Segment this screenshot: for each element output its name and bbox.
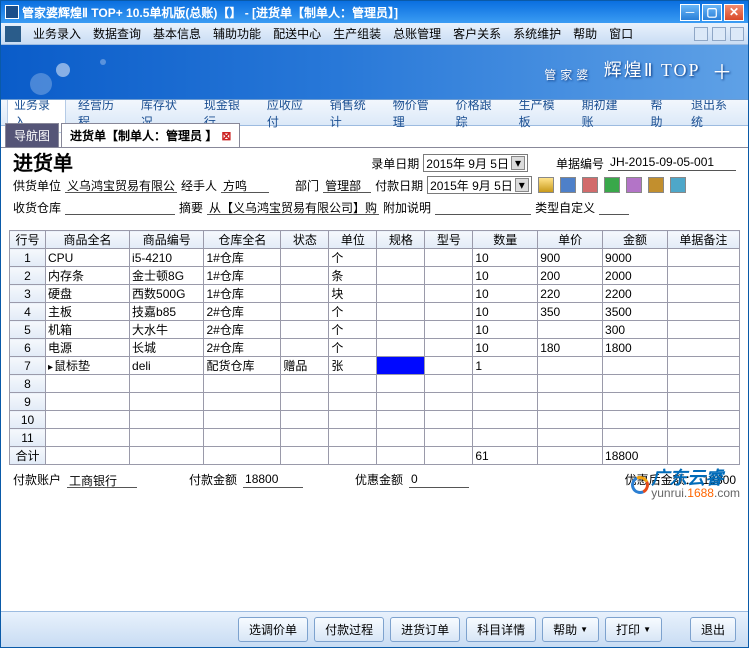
summary-field[interactable]: 从【义乌鸿宝贸易有限公司】购 xyxy=(207,199,379,215)
mdi-close-button[interactable] xyxy=(730,27,744,41)
menu-配送中心[interactable]: 配送中心 xyxy=(267,25,327,43)
brand-sub: 辉煌Ⅱ TOP xyxy=(604,60,701,80)
dept-field[interactable]: 管理部 xyxy=(323,177,371,193)
menu-客户关系[interactable]: 客户关系 xyxy=(447,25,507,43)
label-pay-date: 付款日期 xyxy=(375,177,423,194)
table-row[interactable]: 3硬盘西数500G1#仓库块102202200 xyxy=(10,285,740,303)
dropdown-icon[interactable]: ▾ xyxy=(515,178,529,192)
label-extra-note: 附加说明 xyxy=(383,199,431,216)
warehouse-field[interactable] xyxy=(65,199,175,215)
table-row[interactable]: 4主板技嘉b852#仓库个103503500 xyxy=(10,303,740,321)
mdi-restore-button[interactable] xyxy=(712,27,726,41)
form-title: 进货单 xyxy=(13,147,73,176)
table-row[interactable]: 9 xyxy=(10,393,740,411)
tab-purchase-order[interactable]: 进货单【制单人：管理员 】⊠ xyxy=(61,123,240,147)
table-row[interactable]: 8 xyxy=(10,375,740,393)
table-row[interactable]: 7鼠标垫deli配货仓库赠品张1 xyxy=(10,357,740,375)
table-row[interactable]: 10 xyxy=(10,411,740,429)
entry-date-picker[interactable]: 2015年 9月 5日▾ xyxy=(423,154,528,172)
label-doc-no: 单据编号 xyxy=(556,155,604,172)
menu-数据查询[interactable]: 数据查询 xyxy=(87,25,147,43)
pay-acct-field[interactable]: 工商银行 xyxy=(67,472,137,488)
label-dept: 部门 xyxy=(295,177,319,194)
col-商品编号[interactable]: 商品编号 xyxy=(130,231,204,249)
toolbar-icon-4[interactable] xyxy=(626,177,642,193)
supplier-field[interactable]: 义乌鸿宝贸易有限公 xyxy=(65,177,177,193)
label-after-discount: 优惠后金额： xyxy=(625,471,697,488)
menu-系统维护[interactable]: 系统维护 xyxy=(507,25,567,43)
action-bar: 选调价单付款过程进货订单科目详情帮助▼打印▼ 退出 xyxy=(1,611,748,647)
tab-close-icon[interactable]: ⊠ xyxy=(221,129,231,143)
label-entry-date: 录单日期 xyxy=(371,155,419,172)
table-row[interactable]: 11 xyxy=(10,429,740,447)
col-规格[interactable]: 规格 xyxy=(377,231,425,249)
col-单位[interactable]: 单位 xyxy=(329,231,377,249)
label-warehouse: 收货仓库 xyxy=(13,199,61,216)
menu-帮助[interactable]: 帮助 xyxy=(567,25,603,43)
label-handler: 经手人 xyxy=(181,177,217,194)
btn-选调价单[interactable]: 选调价单 xyxy=(238,617,308,642)
col-单价[interactable]: 单价 xyxy=(538,231,603,249)
items-grid[interactable]: 行号商品全名商品编号仓库全名状态单位规格型号数量单价金额单据备注 1CPUi5-… xyxy=(9,230,740,465)
table-row[interactable]: 1CPUi5-42101#仓库个109009000 xyxy=(10,249,740,267)
menu-窗口[interactable]: 窗口 xyxy=(603,25,639,43)
main-menu: 业务录入数据查询基本信息辅助功能配送中心生产组装总账管理客户关系系统维护帮助窗口 xyxy=(1,23,748,45)
label-pay-acct: 付款账户 xyxy=(13,471,61,488)
app-icon xyxy=(5,5,19,19)
btn-退出[interactable]: 退出 xyxy=(690,617,736,642)
btn-打印[interactable]: 打印▼ xyxy=(605,617,662,642)
menu-生产组装[interactable]: 生产组装 xyxy=(327,25,387,43)
brand-banner: 管家婆 辉煌Ⅱ TOP ＋ xyxy=(1,45,748,100)
btn-进货订单[interactable]: 进货订单 xyxy=(390,617,460,642)
doc-no-field[interactable]: JH-2015-09-05-001 xyxy=(608,155,736,171)
col-商品全名[interactable]: 商品全名 xyxy=(46,231,130,249)
col-仓库全名[interactable]: 仓库全名 xyxy=(204,231,281,249)
discount-field[interactable]: 0 xyxy=(409,472,469,488)
col-金额[interactable]: 金额 xyxy=(603,231,668,249)
col-型号[interactable]: 型号 xyxy=(425,231,473,249)
table-row[interactable]: 5机箱大水牛2#仓库个10300 xyxy=(10,321,740,339)
menu-app-icon xyxy=(5,26,21,42)
col-状态[interactable]: 状态 xyxy=(281,231,329,249)
label-pay-amt: 付款金额 xyxy=(189,471,237,488)
handler-field[interactable]: 方鸣 xyxy=(221,177,269,193)
pay-date-picker[interactable]: 2015年 9月 5日▾ xyxy=(427,176,532,194)
btn-科目详情[interactable]: 科目详情 xyxy=(466,617,536,642)
btn-帮助[interactable]: 帮助▼ xyxy=(542,617,599,642)
pay-amt-field[interactable]: 18800 xyxy=(243,472,303,488)
toolbar-icon-3[interactable] xyxy=(604,177,620,193)
after-discount-value: 18800 xyxy=(703,473,736,487)
menu-辅助功能[interactable]: 辅助功能 xyxy=(207,25,267,43)
btn-付款过程[interactable]: 付款过程 xyxy=(314,617,384,642)
toolbar-icon-5[interactable] xyxy=(648,177,664,193)
maximize-button[interactable]: ▢ xyxy=(702,4,722,21)
label-type-custom: 类型自定义 xyxy=(535,199,595,216)
col-行号[interactable]: 行号 xyxy=(10,231,46,249)
mdi-minimize-button[interactable] xyxy=(694,27,708,41)
type-custom-field[interactable] xyxy=(599,199,629,215)
col-数量[interactable]: 数量 xyxy=(473,231,538,249)
toolbar-icon-2[interactable] xyxy=(582,177,598,193)
label-discount: 优惠金额 xyxy=(355,471,403,488)
dropdown-icon[interactable]: ▾ xyxy=(511,156,525,170)
total-row: 合计6118800 xyxy=(10,447,740,465)
brand-main: 管家婆 xyxy=(544,68,592,82)
menu-业务录入[interactable]: 业务录入 xyxy=(27,25,87,43)
minimize-button[interactable]: ─ xyxy=(680,4,700,21)
table-row[interactable]: 6电源长城2#仓库个101801800 xyxy=(10,339,740,357)
tab-nav-map[interactable]: 导航图 xyxy=(5,123,59,147)
close-button[interactable]: ✕ xyxy=(724,4,744,21)
extra-note-field[interactable] xyxy=(435,199,531,215)
label-supplier: 供货单位 xyxy=(13,177,61,194)
lookup-icon[interactable] xyxy=(538,177,554,193)
brand-plus: ＋ xyxy=(712,62,736,84)
col-单据备注[interactable]: 单据备注 xyxy=(667,231,739,249)
window-title: 管家婆辉煌Ⅱ TOP+ 10.5单机版(总账)【】 - [进货单【制单人：管理员… xyxy=(22,4,678,21)
label-summary: 摘要 xyxy=(179,199,203,216)
toolbar-icon-6[interactable] xyxy=(670,177,686,193)
menu-基本信息[interactable]: 基本信息 xyxy=(147,25,207,43)
table-row[interactable]: 2内存条金士顿8G1#仓库条102002000 xyxy=(10,267,740,285)
toolbar-icon-1[interactable] xyxy=(560,177,576,193)
menu-总账管理[interactable]: 总账管理 xyxy=(387,25,447,43)
